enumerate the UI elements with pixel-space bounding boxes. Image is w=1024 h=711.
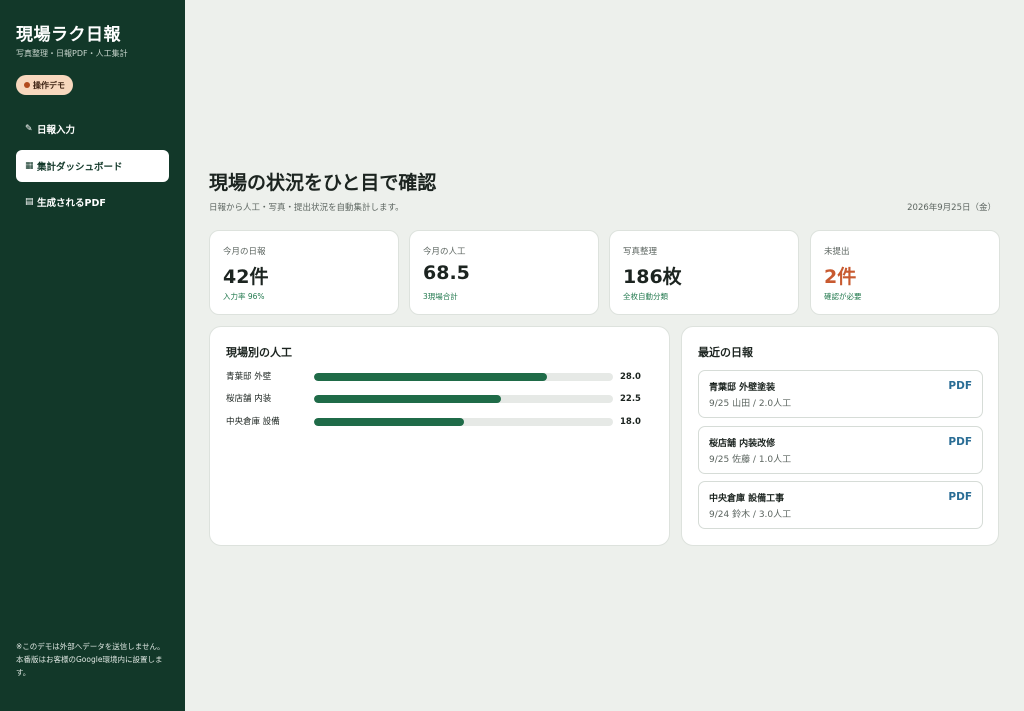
stat-card-monthly-reports: 今月の日報 42件 入力率 96% — [209, 230, 399, 315]
bar-fill — [314, 373, 547, 381]
page-title: 現場の状況をひと目で確認 — [209, 172, 437, 194]
site-name: 中央倉庫 設備 — [226, 417, 280, 427]
site-bar-row: 桜店舗 内装 22.5 — [226, 392, 656, 406]
demo-badge-label: 操作デモ — [33, 80, 65, 90]
stat-value-alert: 2件 — [824, 266, 857, 288]
sidebar-note-line: ※このデモは外部へデータを送信しません。 — [16, 642, 165, 651]
nav-item-label: 生成されるPDF — [37, 198, 106, 209]
panel-title: 最近の日報 — [698, 346, 753, 359]
nav-item-daily-report-input[interactable]: ✎ 日報入力 — [16, 113, 169, 145]
pdf-link[interactable]: PDF — [948, 436, 972, 448]
nav-item-label: 集計ダッシュボード — [37, 162, 123, 173]
stat-value: 42件 — [223, 266, 269, 288]
pdf-link[interactable]: PDF — [948, 380, 972, 392]
nav-item-label: 日報入力 — [37, 125, 76, 136]
site-name: 青葉邸 外壁 — [226, 372, 272, 382]
bar-fill — [314, 418, 464, 426]
stat-label: 未提出 — [824, 247, 850, 257]
stat-note: 確認が必要 — [824, 292, 862, 301]
site-bar-row: 青葉邸 外壁 28.0 — [226, 370, 656, 384]
stat-card-photo-sorting: 写真整理 186枚 全枚自動分類 — [609, 230, 799, 315]
site-manpower-panel: 現場別の人工 青葉邸 外壁 28.0 桜店舗 内装 22.5 中央倉庫 設備 1… — [209, 326, 670, 546]
report-name: 中央倉庫 設備工事 — [709, 494, 785, 504]
site-name: 桜店舗 内装 — [226, 394, 272, 404]
sidebar-note: ※このデモは外部へデータを送信しません。 本番版はお客様のGoogle環境内に設… — [16, 640, 176, 679]
app-title: 現場ラク日報 — [16, 25, 121, 45]
document-icon: ▤ — [25, 197, 34, 207]
bar-value: 22.5 — [620, 394, 641, 404]
bar-track — [314, 418, 613, 426]
app-subtitle: 写真整理・日報PDF・人工集計 — [16, 49, 128, 58]
stat-card-unsubmitted: 未提出 2件 確認が必要 — [810, 230, 1000, 315]
bar-track — [314, 395, 613, 403]
report-item[interactable]: 桜店舗 内装改修 9/25 佐藤 / 1.0人工 PDF — [698, 426, 983, 474]
stat-label: 写真整理 — [623, 247, 658, 257]
status-dot-icon — [24, 82, 30, 88]
stat-value: 68.5 — [423, 262, 470, 284]
bar-value: 18.0 — [620, 417, 641, 427]
sidebar-note-line: 本番版はお客様のGoogle環境内に設置します。 — [16, 655, 163, 678]
bar-fill — [314, 395, 501, 403]
stat-value: 186枚 — [623, 266, 682, 288]
sidebar: 現場ラク日報 写真整理・日報PDF・人工集計 操作デモ ✎ 日報入力 ▦ 集計ダ… — [0, 0, 185, 711]
nav-item-dashboard[interactable]: ▦ 集計ダッシュボード — [16, 150, 169, 182]
grid-icon: ▦ — [25, 161, 34, 171]
report-name: 青葉邸 外壁塗装 — [709, 383, 776, 393]
stat-note: 入力率 96% — [223, 292, 265, 301]
pencil-icon: ✎ — [25, 124, 33, 134]
page-date: 2026年9月25日（金） — [907, 203, 996, 213]
page-subtitle: 日報から人工・写真・提出状況を自動集計します。 — [209, 203, 404, 213]
report-meta: 9/25 山田 / 2.0人工 — [709, 399, 792, 409]
stat-card-monthly-manpower: 今月の人工 68.5 3現場合計 — [409, 230, 599, 315]
stat-label: 今月の日報 — [223, 247, 266, 257]
stat-note: 全枚自動分類 — [623, 292, 668, 301]
report-item[interactable]: 中央倉庫 設備工事 9/24 鈴木 / 3.0人工 PDF — [698, 481, 983, 529]
report-item[interactable]: 青葉邸 外壁塗装 9/25 山田 / 2.0人工 PDF — [698, 370, 983, 418]
report-name: 桜店舗 内装改修 — [709, 439, 776, 449]
pdf-link[interactable]: PDF — [948, 491, 972, 503]
site-bar-row: 中央倉庫 設備 18.0 — [226, 415, 656, 429]
demo-badge: 操作デモ — [16, 75, 73, 95]
report-meta: 9/25 佐藤 / 1.0人工 — [709, 455, 792, 465]
stat-label: 今月の人工 — [423, 247, 466, 257]
bar-track — [314, 373, 613, 381]
bar-value: 28.0 — [620, 372, 641, 382]
report-meta: 9/24 鈴木 / 3.0人工 — [709, 510, 792, 520]
nav-item-generated-pdf[interactable]: ▤ 生成されるPDF — [16, 186, 169, 218]
stat-note: 3現場合計 — [423, 292, 458, 301]
recent-reports-panel: 最近の日報 青葉邸 外壁塗装 9/25 山田 / 2.0人工 PDF 桜店舗 内… — [681, 326, 999, 546]
panel-title: 現場別の人工 — [226, 346, 292, 359]
